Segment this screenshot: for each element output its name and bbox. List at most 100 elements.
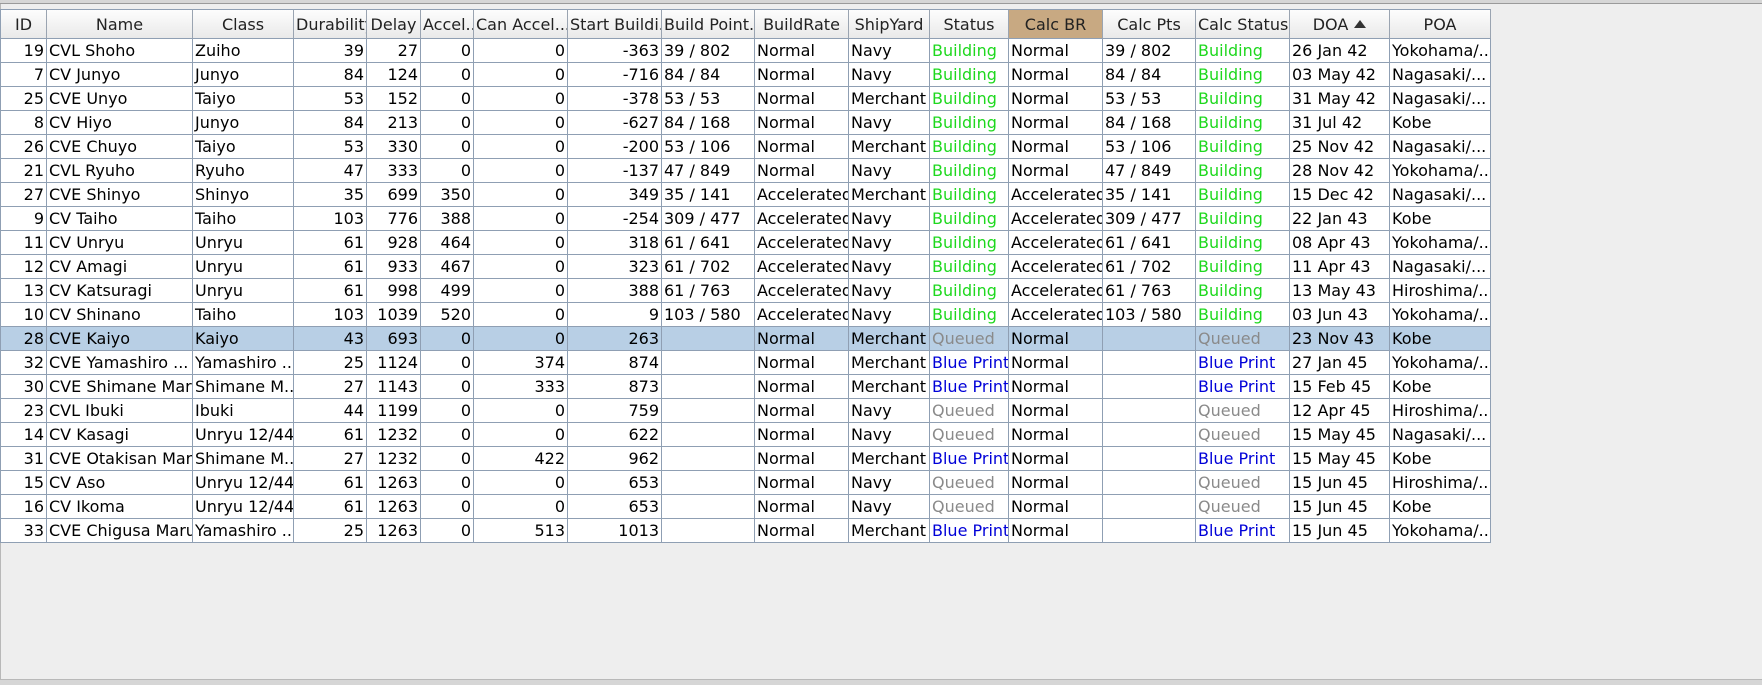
- cell-build-rate[interactable]: Normal: [755, 159, 849, 183]
- cell-accel[interactable]: 499: [421, 279, 474, 303]
- cell-calc-status[interactable]: Building: [1196, 183, 1290, 207]
- cell-can-accel[interactable]: 0: [474, 135, 568, 159]
- cell-delay[interactable]: 776: [367, 207, 421, 231]
- cell-shipyard[interactable]: Merchant: [849, 135, 930, 159]
- column-header-durability[interactable]: Durability: [294, 9, 367, 39]
- cell-calc-status[interactable]: Building: [1196, 279, 1290, 303]
- cell-poa[interactable]: Kobe: [1390, 495, 1491, 519]
- cell-calc-status[interactable]: Queued: [1196, 399, 1290, 423]
- cell-id[interactable]: 23: [0, 399, 47, 423]
- cell-calc-status[interactable]: Building: [1196, 39, 1290, 63]
- cell-calc-br[interactable]: Normal: [1009, 87, 1103, 111]
- cell-class[interactable]: Unryu: [193, 231, 294, 255]
- cell-can-accel[interactable]: 422: [474, 447, 568, 471]
- cell-accel[interactable]: 0: [421, 471, 474, 495]
- cell-shipyard[interactable]: Navy: [849, 159, 930, 183]
- cell-calc-br[interactable]: Accelerated: [1009, 207, 1103, 231]
- cell-calc-status[interactable]: Building: [1196, 111, 1290, 135]
- cell-build-points[interactable]: 35 / 141: [662, 183, 755, 207]
- cell-start-build[interactable]: 622: [568, 423, 662, 447]
- cell-accel[interactable]: 0: [421, 423, 474, 447]
- cell-poa[interactable]: Yokohama/...: [1390, 519, 1491, 543]
- cell-can-accel[interactable]: 0: [474, 423, 568, 447]
- cell-shipyard[interactable]: Merchant: [849, 375, 930, 399]
- cell-doa[interactable]: 15 Jun 45: [1290, 471, 1390, 495]
- column-header-delay[interactable]: Delay: [367, 9, 421, 39]
- cell-delay[interactable]: 693: [367, 327, 421, 351]
- cell-accel[interactable]: 0: [421, 327, 474, 351]
- cell-build-rate[interactable]: Normal: [755, 87, 849, 111]
- cell-status[interactable]: Building: [930, 303, 1009, 327]
- cell-calc-br[interactable]: Accelerated: [1009, 183, 1103, 207]
- cell-class[interactable]: Taiyo: [193, 135, 294, 159]
- table-row[interactable]: 19 CVL Shoho Zuiho 39 27 0 0 -363 39 / 802 Normal…: [0, 39, 1491, 63]
- cell-class[interactable]: Yamashiro ...: [193, 519, 294, 543]
- cell-accel[interactable]: 388: [421, 207, 474, 231]
- cell-accel[interactable]: 464: [421, 231, 474, 255]
- cell-build-rate[interactable]: Normal: [755, 495, 849, 519]
- cell-class[interactable]: Unryu: [193, 279, 294, 303]
- cell-id[interactable]: 30: [0, 375, 47, 399]
- cell-class[interactable]: Taiho: [193, 303, 294, 327]
- column-header-class[interactable]: Class: [193, 9, 294, 39]
- cell-can-accel[interactable]: 333: [474, 375, 568, 399]
- cell-accel[interactable]: 0: [421, 495, 474, 519]
- cell-calc-br[interactable]: Normal: [1009, 519, 1103, 543]
- cell-durability[interactable]: 43: [294, 327, 367, 351]
- column-header-can-accel[interactable]: Can Accel...: [474, 9, 568, 39]
- cell-start-build[interactable]: 263: [568, 327, 662, 351]
- cell-can-accel[interactable]: 0: [474, 255, 568, 279]
- cell-build-points[interactable]: [662, 327, 755, 351]
- cell-start-build[interactable]: 874: [568, 351, 662, 375]
- table-row[interactable]: 32 CVE Yamashiro ... Yamashiro ... 25 1124 0 3…: [0, 351, 1491, 375]
- column-header-build-points[interactable]: Build Point...: [662, 9, 755, 39]
- cell-class[interactable]: Shinyo: [193, 183, 294, 207]
- cell-doa[interactable]: 25 Nov 42: [1290, 135, 1390, 159]
- cell-calc-status[interactable]: Blue Print: [1196, 519, 1290, 543]
- cell-start-build[interactable]: -627: [568, 111, 662, 135]
- cell-doa[interactable]: 23 Nov 43: [1290, 327, 1390, 351]
- cell-calc-status[interactable]: Building: [1196, 231, 1290, 255]
- cell-start-build[interactable]: -716: [568, 63, 662, 87]
- cell-shipyard[interactable]: Navy: [849, 495, 930, 519]
- cell-name[interactable]: CVE Shinyo: [47, 183, 193, 207]
- cell-durability[interactable]: 53: [294, 87, 367, 111]
- cell-durability[interactable]: 61: [294, 471, 367, 495]
- cell-name[interactable]: CV Amagi: [47, 255, 193, 279]
- cell-start-build[interactable]: 873: [568, 375, 662, 399]
- cell-durability[interactable]: 103: [294, 303, 367, 327]
- cell-calc-status[interactable]: Blue Print: [1196, 375, 1290, 399]
- cell-build-points[interactable]: 309 / 477: [662, 207, 755, 231]
- cell-poa[interactable]: Yokohama/...: [1390, 231, 1491, 255]
- cell-calc-pts[interactable]: 61 / 763: [1103, 279, 1196, 303]
- cell-calc-br[interactable]: Normal: [1009, 327, 1103, 351]
- cell-delay[interactable]: 330: [367, 135, 421, 159]
- cell-start-build[interactable]: -200: [568, 135, 662, 159]
- cell-build-rate[interactable]: Normal: [755, 135, 849, 159]
- cell-can-accel[interactable]: 0: [474, 495, 568, 519]
- cell-calc-pts[interactable]: 39 / 802: [1103, 39, 1196, 63]
- cell-build-points[interactable]: 39 / 802: [662, 39, 755, 63]
- cell-accel[interactable]: 350: [421, 183, 474, 207]
- cell-name[interactable]: CV Taiho: [47, 207, 193, 231]
- cell-name[interactable]: CVL Ibuki: [47, 399, 193, 423]
- table-row[interactable]: 11 CV Unryu Unryu 61 928 464 0 318 61 / 641 Accel…: [0, 231, 1491, 255]
- cell-start-build[interactable]: 653: [568, 471, 662, 495]
- cell-calc-br[interactable]: Normal: [1009, 471, 1103, 495]
- cell-id[interactable]: 8: [0, 111, 47, 135]
- cell-status[interactable]: Building: [930, 231, 1009, 255]
- cell-name[interactable]: CV Shinano: [47, 303, 193, 327]
- cell-name[interactable]: CVE Chuyo: [47, 135, 193, 159]
- cell-delay[interactable]: 1263: [367, 519, 421, 543]
- cell-poa[interactable]: Yokohama/...: [1390, 351, 1491, 375]
- cell-poa[interactable]: Kobe: [1390, 111, 1491, 135]
- cell-class[interactable]: Unryu: [193, 255, 294, 279]
- cell-build-points[interactable]: 103 / 580: [662, 303, 755, 327]
- cell-build-rate[interactable]: Normal: [755, 423, 849, 447]
- cell-accel[interactable]: 0: [421, 399, 474, 423]
- cell-poa[interactable]: Nagasaki/...: [1390, 87, 1491, 111]
- cell-doa[interactable]: 22 Jan 43: [1290, 207, 1390, 231]
- cell-accel[interactable]: 0: [421, 159, 474, 183]
- cell-build-rate[interactable]: Normal: [755, 399, 849, 423]
- cell-accel[interactable]: 0: [421, 39, 474, 63]
